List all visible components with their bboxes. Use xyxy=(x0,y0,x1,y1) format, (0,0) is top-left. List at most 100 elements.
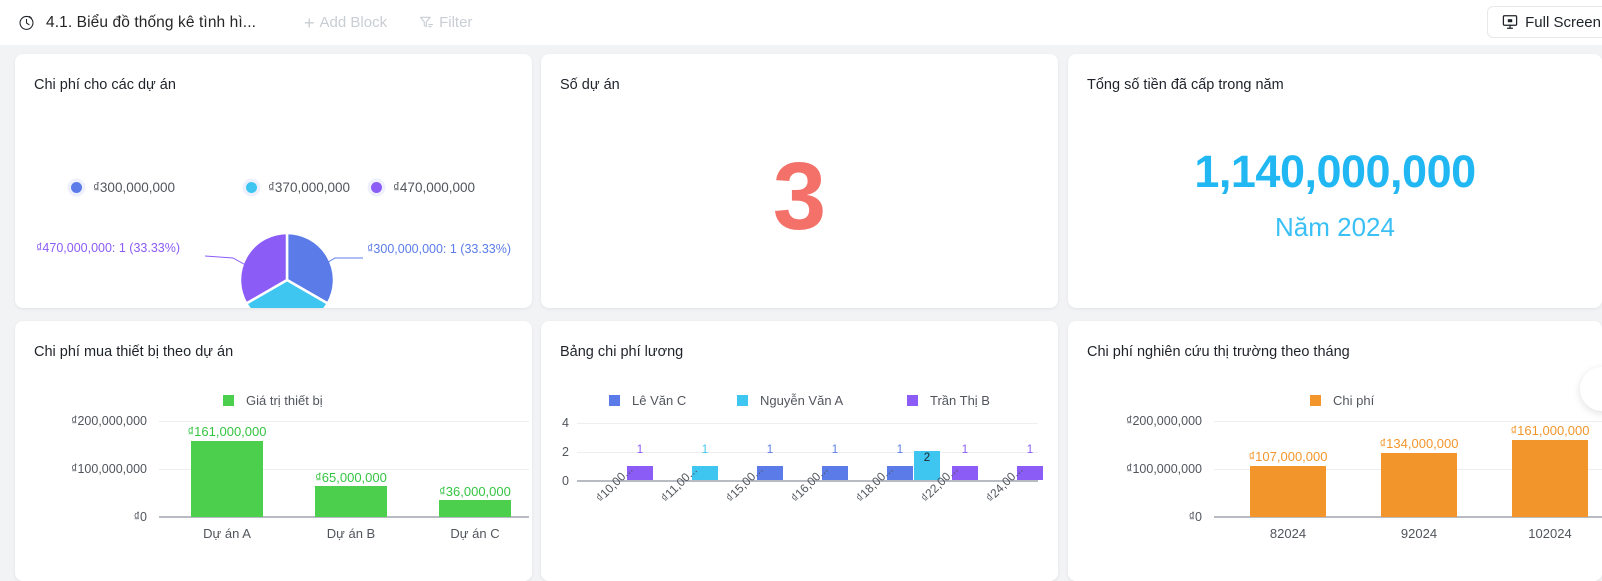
bar[interactable] xyxy=(1512,440,1588,517)
card-total-funding[interactable]: Tổng số tiền đã cấp trong năm 1,140,000,… xyxy=(1068,54,1602,308)
research-bar-chart[interactable]: ₫107,000,000 ₫134,000,000 ₫161,000,000 xyxy=(1214,421,1602,518)
legend-color-dot xyxy=(371,182,382,193)
bar[interactable] xyxy=(191,440,263,517)
legend-item[interactable]: ₫370,000,000 xyxy=(246,180,371,195)
full-screen-label: Full Screen xyxy=(1525,13,1601,31)
legend-label: Giá trị thiết bị xyxy=(246,393,323,408)
legend-color-swatch xyxy=(737,395,748,406)
legend-item[interactable]: Nguyễn Văn A xyxy=(737,393,907,408)
research-legend[interactable]: Chi phí xyxy=(1310,393,1374,408)
card-salary-cost[interactable]: Bảng chi phí lương Lê Văn C Nguyễn Văn A… xyxy=(541,321,1058,581)
bar-value-label: 1 xyxy=(961,444,969,456)
card-project-costs-pie[interactable]: Chi phí cho các dự án ₫300,000,000 ₫370,… xyxy=(15,54,532,308)
pie-legend: ₫300,000,000 ₫370,000,000 ₫470,000,000 xyxy=(71,180,475,195)
page-title: 4.1. Biểu đồ thống kê tình hì... xyxy=(46,13,257,31)
y-tick-label: ₫200,000,000 xyxy=(1126,414,1202,428)
legend-color-swatch xyxy=(1310,395,1321,406)
salary-legend[interactable]: Lê Văn C Nguyễn Văn A Trần Thị B xyxy=(609,393,990,408)
legend-item[interactable]: Lê Văn C xyxy=(609,393,737,408)
full-screen-button[interactable]: Full Screen xyxy=(1487,6,1602,38)
bar-value-label: 1 xyxy=(766,444,774,456)
bar-value-label: 2 xyxy=(923,452,931,464)
bar-value-label: ₫161,000,000 xyxy=(1510,423,1590,438)
y-tick-label: 2 xyxy=(562,445,569,459)
legend-label: Nguyễn Văn A xyxy=(760,393,844,408)
salary-bar-chart[interactable]: 1 1 1 1 1 2 1 1 xyxy=(577,423,1043,482)
filter-label: Filter xyxy=(439,14,473,31)
y-tick-label: ₫0 xyxy=(133,510,147,524)
project-count-value: 3 xyxy=(772,143,827,250)
pie-chart[interactable]: ₫470,000,000: 1 (33.33%) ₫300,000,000: 1… xyxy=(15,214,532,308)
research-x-axis: 82024 92024 102024 xyxy=(1214,526,1602,546)
filter-button[interactable]: Filter xyxy=(419,14,472,31)
bar-value-label: 1 xyxy=(701,444,709,456)
presentation-screen-icon xyxy=(1502,15,1518,29)
pie-svg xyxy=(204,231,363,308)
total-funding-year: Năm 2024 xyxy=(1275,212,1395,242)
bar-value-label: 1 xyxy=(1026,444,1034,456)
legend-color-dot xyxy=(71,182,82,193)
gridline xyxy=(159,421,529,422)
legend-color-dot xyxy=(246,182,257,193)
bar-value-label: 1 xyxy=(636,444,644,456)
x-tick-label: 82024 xyxy=(1269,526,1307,541)
y-tick-label: ₫100,000,000 xyxy=(1126,462,1202,476)
bar[interactable] xyxy=(439,500,511,517)
bar[interactable] xyxy=(315,486,387,517)
add-block-button[interactable]: + Add Block xyxy=(304,14,387,32)
add-block-label: Add Block xyxy=(319,14,388,31)
y-tick-label: ₫200,000,000 xyxy=(71,414,147,428)
legend-color-swatch xyxy=(223,395,234,406)
pie-callout-300: ₫300,000,000: 1 (33.33%) xyxy=(367,242,512,256)
pie-callout-470: ₫470,000,000: 1 (33.33%) xyxy=(36,241,181,255)
legend-item[interactable]: Trần Thị B xyxy=(907,393,990,408)
bar[interactable] xyxy=(1250,466,1326,517)
salary-x-axis: ₫10,00... ₫11,00... ₫15,00... ₫16,00... … xyxy=(577,462,1047,549)
legend-label: Lê Văn C xyxy=(632,393,687,408)
card-title: Số dự án xyxy=(560,77,620,93)
equipment-x-axis: Dự án A Dự án B Dự án C xyxy=(159,526,529,546)
bar-value-label: ₫36,000,000 xyxy=(439,483,511,499)
equipment-bar-chart[interactable]: ₫161,000,000 ₫65,000,000 ₫36,000,000 xyxy=(159,421,529,518)
plus-icon: + xyxy=(304,12,315,33)
y-tick-label: 4 xyxy=(562,416,569,430)
dashboard-board: Chi phí cho các dự án ₫300,000,000 ₫370,… xyxy=(0,45,1602,581)
y-tick-label: ₫0 xyxy=(1188,510,1202,524)
clock-icon xyxy=(19,15,34,30)
x-tick-label: Dự án B xyxy=(326,526,376,541)
bar[interactable] xyxy=(1381,453,1457,517)
bar-value-label: ₫107,000,000 xyxy=(1248,449,1328,464)
card-title: Bảng chi phí lương xyxy=(560,344,684,360)
card-title: Chi phí nghiên cứu thị trường theo tháng xyxy=(1087,344,1350,360)
legend-item[interactable]: ₫470,000,000 xyxy=(371,180,475,195)
bar-value-label: ₫161,000,000 xyxy=(187,424,267,439)
card-equipment-cost[interactable]: Chi phí mua thiết bị theo dự án Giá trị … xyxy=(15,321,532,581)
card-title: Chi phí cho các dự án xyxy=(34,77,176,93)
equipment-legend[interactable]: Giá trị thiết bị xyxy=(223,393,323,408)
legend-label: ₫470,000,000 xyxy=(393,180,476,195)
legend-label: ₫370,000,000 xyxy=(268,180,351,195)
bar-value-label: ₫134,000,000 xyxy=(1379,436,1459,451)
x-tick-label: Dự án A xyxy=(203,526,251,541)
y-tick-label: 0 xyxy=(562,474,569,488)
card-title: Chi phí mua thiết bị theo dự án xyxy=(34,344,234,360)
x-tick-label: 102024 xyxy=(1528,526,1572,541)
x-tick-label: 92024 xyxy=(1400,526,1438,541)
gridline xyxy=(577,423,1038,424)
bar-value-label: 1 xyxy=(896,444,904,456)
legend-label: ₫300,000,000 xyxy=(93,180,176,195)
card-title: Tổng số tiền đã cấp trong năm xyxy=(1087,77,1284,93)
funnel-icon xyxy=(420,16,434,28)
card-project-count[interactable]: Số dự án 3 xyxy=(541,54,1058,308)
x-tick-label: Dự án C xyxy=(450,526,500,541)
legend-item[interactable]: ₫300,000,000 xyxy=(71,180,246,195)
top-toolbar: 4.1. Biểu đồ thống kê tình hì... + Add B… xyxy=(0,0,1602,45)
gridline xyxy=(1214,421,1602,422)
legend-color-swatch xyxy=(609,395,620,406)
legend-color-swatch xyxy=(907,395,918,406)
legend-label: Chi phí xyxy=(1333,393,1375,408)
total-funding-value: 1,140,000,000 xyxy=(1194,146,1476,197)
card-research-cost[interactable]: Chi phí nghiên cứu thị trường theo tháng… xyxy=(1068,321,1602,581)
bar-value-label: 1 xyxy=(831,444,839,456)
gridline xyxy=(577,452,1038,453)
